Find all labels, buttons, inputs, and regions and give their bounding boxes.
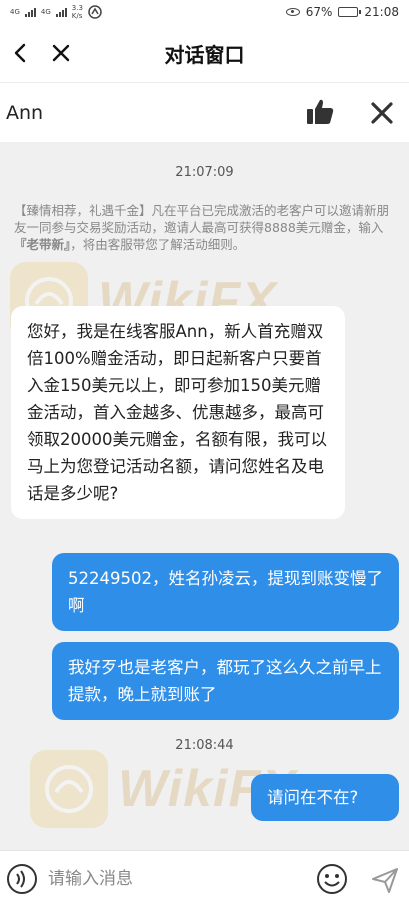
wikifx-logo-icon [30, 750, 108, 828]
message-input[interactable] [48, 859, 308, 899]
battery-percent: 67% [305, 5, 333, 19]
status-left: 4G 4G 3.3 K/s [10, 4, 102, 20]
user-message-bubble: 我好歹也是老客户，都玩了这么久之前早上提款，晚上就到账了 [52, 642, 399, 720]
send-icon[interactable] [370, 865, 400, 895]
thumbs-up-icon[interactable] [305, 97, 335, 127]
app-notification-icon [88, 5, 102, 19]
network-speed-value: 3.3 [71, 4, 83, 12]
agent-name: Ann [6, 101, 44, 124]
page-title: 对话窗口 [164, 42, 245, 67]
notice-text: 【臻情相荐，礼遇千金】凡在平台已完成激活的老客户可以邀请新朋友一同参与交易奖励活… [14, 203, 390, 235]
message-timestamp: 21:07:09 [175, 165, 234, 180]
user-message-bubble: 请问在不在? [251, 774, 399, 821]
network-type-1: 4G [10, 8, 20, 16]
notice-text-end: ，将由客服带您了解活动细则。 [70, 237, 246, 252]
voice-icon[interactable] [6, 863, 38, 895]
wikifx-logo-mark [45, 765, 93, 813]
chat-area[interactable]: WikiFX WikiFX 21:07:09 【臻情相荐，礼遇千金】凡在平台已完… [0, 142, 409, 850]
emoji-icon[interactable] [316, 863, 348, 895]
signal-icon-2 [55, 7, 67, 17]
title-bar: 对话窗口 [0, 24, 409, 82]
message-timestamp: 21:08:44 [175, 738, 234, 753]
input-bar [0, 850, 409, 906]
status-bar: 4G 4G 3.3 K/s 67% 21:08 [0, 0, 409, 24]
status-time: 21:08 [364, 5, 399, 19]
network-type-2: 4G [40, 8, 51, 16]
signal-icon [24, 7, 36, 17]
battery-icon [338, 7, 362, 17]
eye-comfort-icon [285, 8, 300, 16]
agent-bar: Ann [0, 82, 409, 142]
user-message-bubble: 52249502，姓名孙凌云，提现到账变慢了啊 [52, 553, 399, 631]
network-speed-unit: K/s [71, 12, 83, 20]
notice-keyword[interactable]: 『老带新』 [14, 237, 70, 252]
network-speed: 3.3 K/s [72, 4, 83, 20]
status-right: 67% 21:08 [285, 5, 399, 19]
close-icon[interactable] [368, 99, 396, 127]
system-notice: 【臻情相荐，礼遇千金】凡在平台已完成激活的老客户可以邀请新朋友一同参与交易奖励活… [14, 202, 396, 253]
agent-message-bubble: 您好，我是在线客服Ann，新人首充赠双倍100%赠金活动，即日起新客户只要首入金… [11, 306, 345, 519]
